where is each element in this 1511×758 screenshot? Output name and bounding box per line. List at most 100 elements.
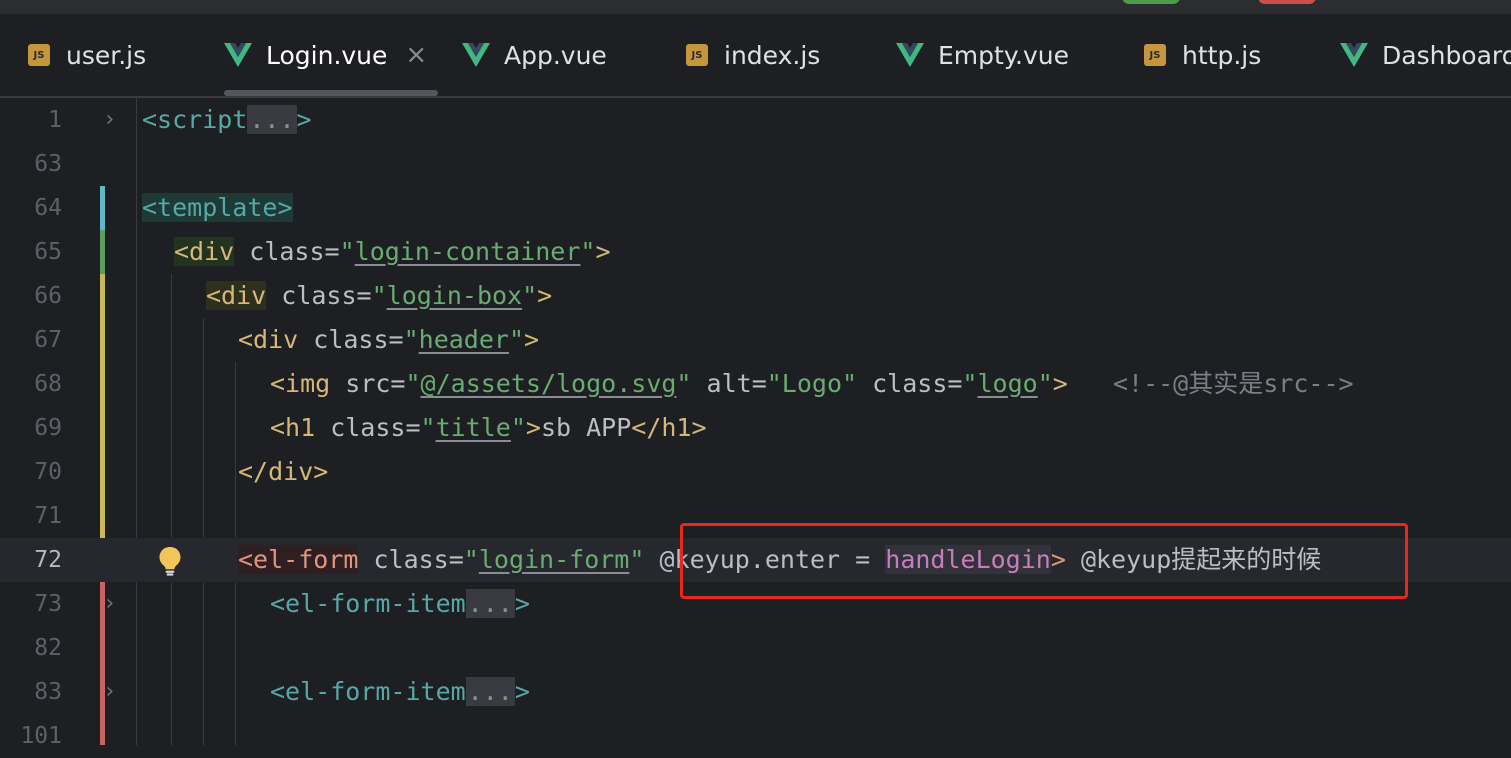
line-number: 1	[48, 107, 62, 133]
attribute-value: header	[418, 325, 509, 354]
tag-close: >	[537, 281, 553, 310]
tag-open: <div	[206, 281, 267, 310]
tab-empty-vue[interactable]: Empty.vue	[896, 14, 1069, 96]
code-line[interactable]: 67 <div class="header">	[0, 318, 1511, 362]
tag-open: <el-form-item	[270, 677, 466, 706]
tag-open: <script	[142, 105, 248, 134]
event-handler[interactable]: handleLogin	[885, 545, 1051, 574]
tag-close: >	[514, 589, 530, 618]
quote: "	[580, 237, 596, 266]
tab-label: http.js	[1182, 40, 1262, 70]
tab-dashboard-vue[interactable]: Dashboard.vue	[1340, 14, 1511, 96]
window-control-red[interactable]	[1258, 0, 1316, 4]
line-number: 71	[34, 503, 62, 529]
tab-label: index.js	[724, 40, 821, 70]
quote: "	[420, 413, 436, 442]
code-line[interactable]: 83 › <el-form-item...>	[0, 670, 1511, 714]
line-number: 70	[34, 459, 62, 485]
attribute: class=	[857, 369, 963, 398]
close-icon[interactable]: ×	[405, 40, 427, 70]
quote: "	[962, 369, 978, 398]
line-number: 73	[34, 591, 62, 617]
quote: "	[522, 281, 538, 310]
code-line-current[interactable]: 72 <el-form class="login-form" @keyup.en…	[0, 538, 1511, 582]
active-tab-indicator	[224, 90, 438, 96]
code-line[interactable]: 1 › <script...>	[0, 98, 1511, 142]
tag-open: <el-form	[238, 545, 359, 574]
code-text: <el-form-item...>	[270, 670, 530, 714]
line-number: 68	[34, 371, 62, 397]
code-text: <el-form-item...>	[270, 582, 530, 626]
tab-label: Login.vue	[266, 40, 388, 70]
attribute: class=	[315, 413, 421, 442]
tag-open: <div	[174, 237, 235, 266]
tab-login-vue[interactable]: Login.vue ×	[224, 14, 438, 96]
attribute: class=	[358, 545, 464, 574]
code-line[interactable]: 71	[0, 494, 1511, 538]
vue-file-icon	[1340, 43, 1368, 67]
tab-http-js[interactable]: JS http.js	[1144, 14, 1261, 96]
html-comment: <!--@其实是src-->	[1067, 369, 1354, 398]
line-number: 65	[34, 239, 62, 265]
attribute-value: title	[435, 413, 511, 442]
tag-open: <img	[270, 369, 331, 398]
code-editor[interactable]: 1 › <script...> 63 64 <template> 65 <div…	[0, 98, 1511, 749]
attribute-value[interactable]: @/assets/logo.svg	[421, 369, 677, 398]
fold-expand-icon[interactable]: ›	[103, 670, 116, 714]
tab-app-vue[interactable]: App.vue	[462, 14, 607, 96]
quote: "	[508, 325, 525, 354]
code-text: <img src="@/assets/logo.svg" alt="Logo" …	[270, 362, 1354, 406]
line-number: 67	[34, 327, 62, 353]
line-number: 83	[34, 679, 62, 705]
code-text: <h1 class="title">sb APP</h1>	[270, 406, 707, 450]
line-number: 101	[20, 723, 62, 749]
equals-sign: =	[840, 545, 886, 574]
code-line[interactable]: 66 <div class="login-box">	[0, 274, 1511, 318]
code-text: <div class="login-container">	[174, 230, 611, 274]
quote: "	[463, 545, 479, 574]
attribute-value: "Logo"	[766, 369, 858, 398]
code-line[interactable]: 64 <template>	[0, 186, 1511, 230]
attribute: class=	[234, 237, 340, 266]
code-line[interactable]: 101	[0, 714, 1511, 758]
code-line[interactable]: 70 </div>	[0, 450, 1511, 494]
lightbulb-icon[interactable]	[158, 546, 182, 576]
window-title-strip	[0, 0, 1511, 14]
code-line[interactable]: 68 <img src="@/assets/logo.svg" alt="Log…	[0, 362, 1511, 406]
code-text: <div class="login-box">	[206, 274, 552, 318]
code-line[interactable]: 65 <div class="login-container">	[0, 230, 1511, 274]
tag-close: >	[1050, 545, 1066, 574]
code-line[interactable]: 73 › <el-form-item...>	[0, 582, 1511, 626]
fold-expand-icon[interactable]: ›	[103, 98, 116, 142]
vue-file-icon	[896, 43, 924, 67]
code-text: </div>	[238, 450, 328, 494]
js-file-icon: JS	[28, 44, 50, 66]
code-line[interactable]: 63	[0, 142, 1511, 186]
template-tag: <template>	[142, 193, 293, 222]
tag-close: >	[595, 237, 611, 266]
line-number: 63	[34, 151, 62, 177]
code-text: <template>	[142, 186, 293, 230]
line-number: 72	[34, 547, 62, 573]
tag-open: <el-form-item	[270, 589, 466, 618]
tab-index-js[interactable]: JS index.js	[686, 14, 820, 96]
attribute-value: logo	[977, 369, 1038, 398]
inline-note: @keyup提起来的时候	[1065, 545, 1322, 574]
folded-region[interactable]: ...	[465, 677, 515, 706]
vue-file-icon	[462, 43, 490, 67]
quote: "	[629, 545, 645, 574]
window-control-green[interactable]	[1122, 0, 1180, 4]
fold-expand-icon[interactable]: ›	[103, 582, 116, 626]
code-line[interactable]: 69 <h1 class="title">sb APP</h1>	[0, 406, 1511, 450]
tab-user-js[interactable]: JS user.js	[28, 14, 146, 96]
line-number: 82	[34, 635, 62, 661]
attribute: src=	[330, 369, 406, 398]
attribute: class=	[298, 325, 404, 354]
tag-close: >	[514, 677, 530, 706]
code-line[interactable]: 82	[0, 626, 1511, 670]
folded-region[interactable]: ...	[247, 105, 297, 134]
quote: "	[405, 369, 421, 398]
code-text: <div class="header">	[238, 318, 539, 362]
folded-region[interactable]: ...	[465, 589, 515, 618]
vue-file-icon	[224, 43, 252, 67]
